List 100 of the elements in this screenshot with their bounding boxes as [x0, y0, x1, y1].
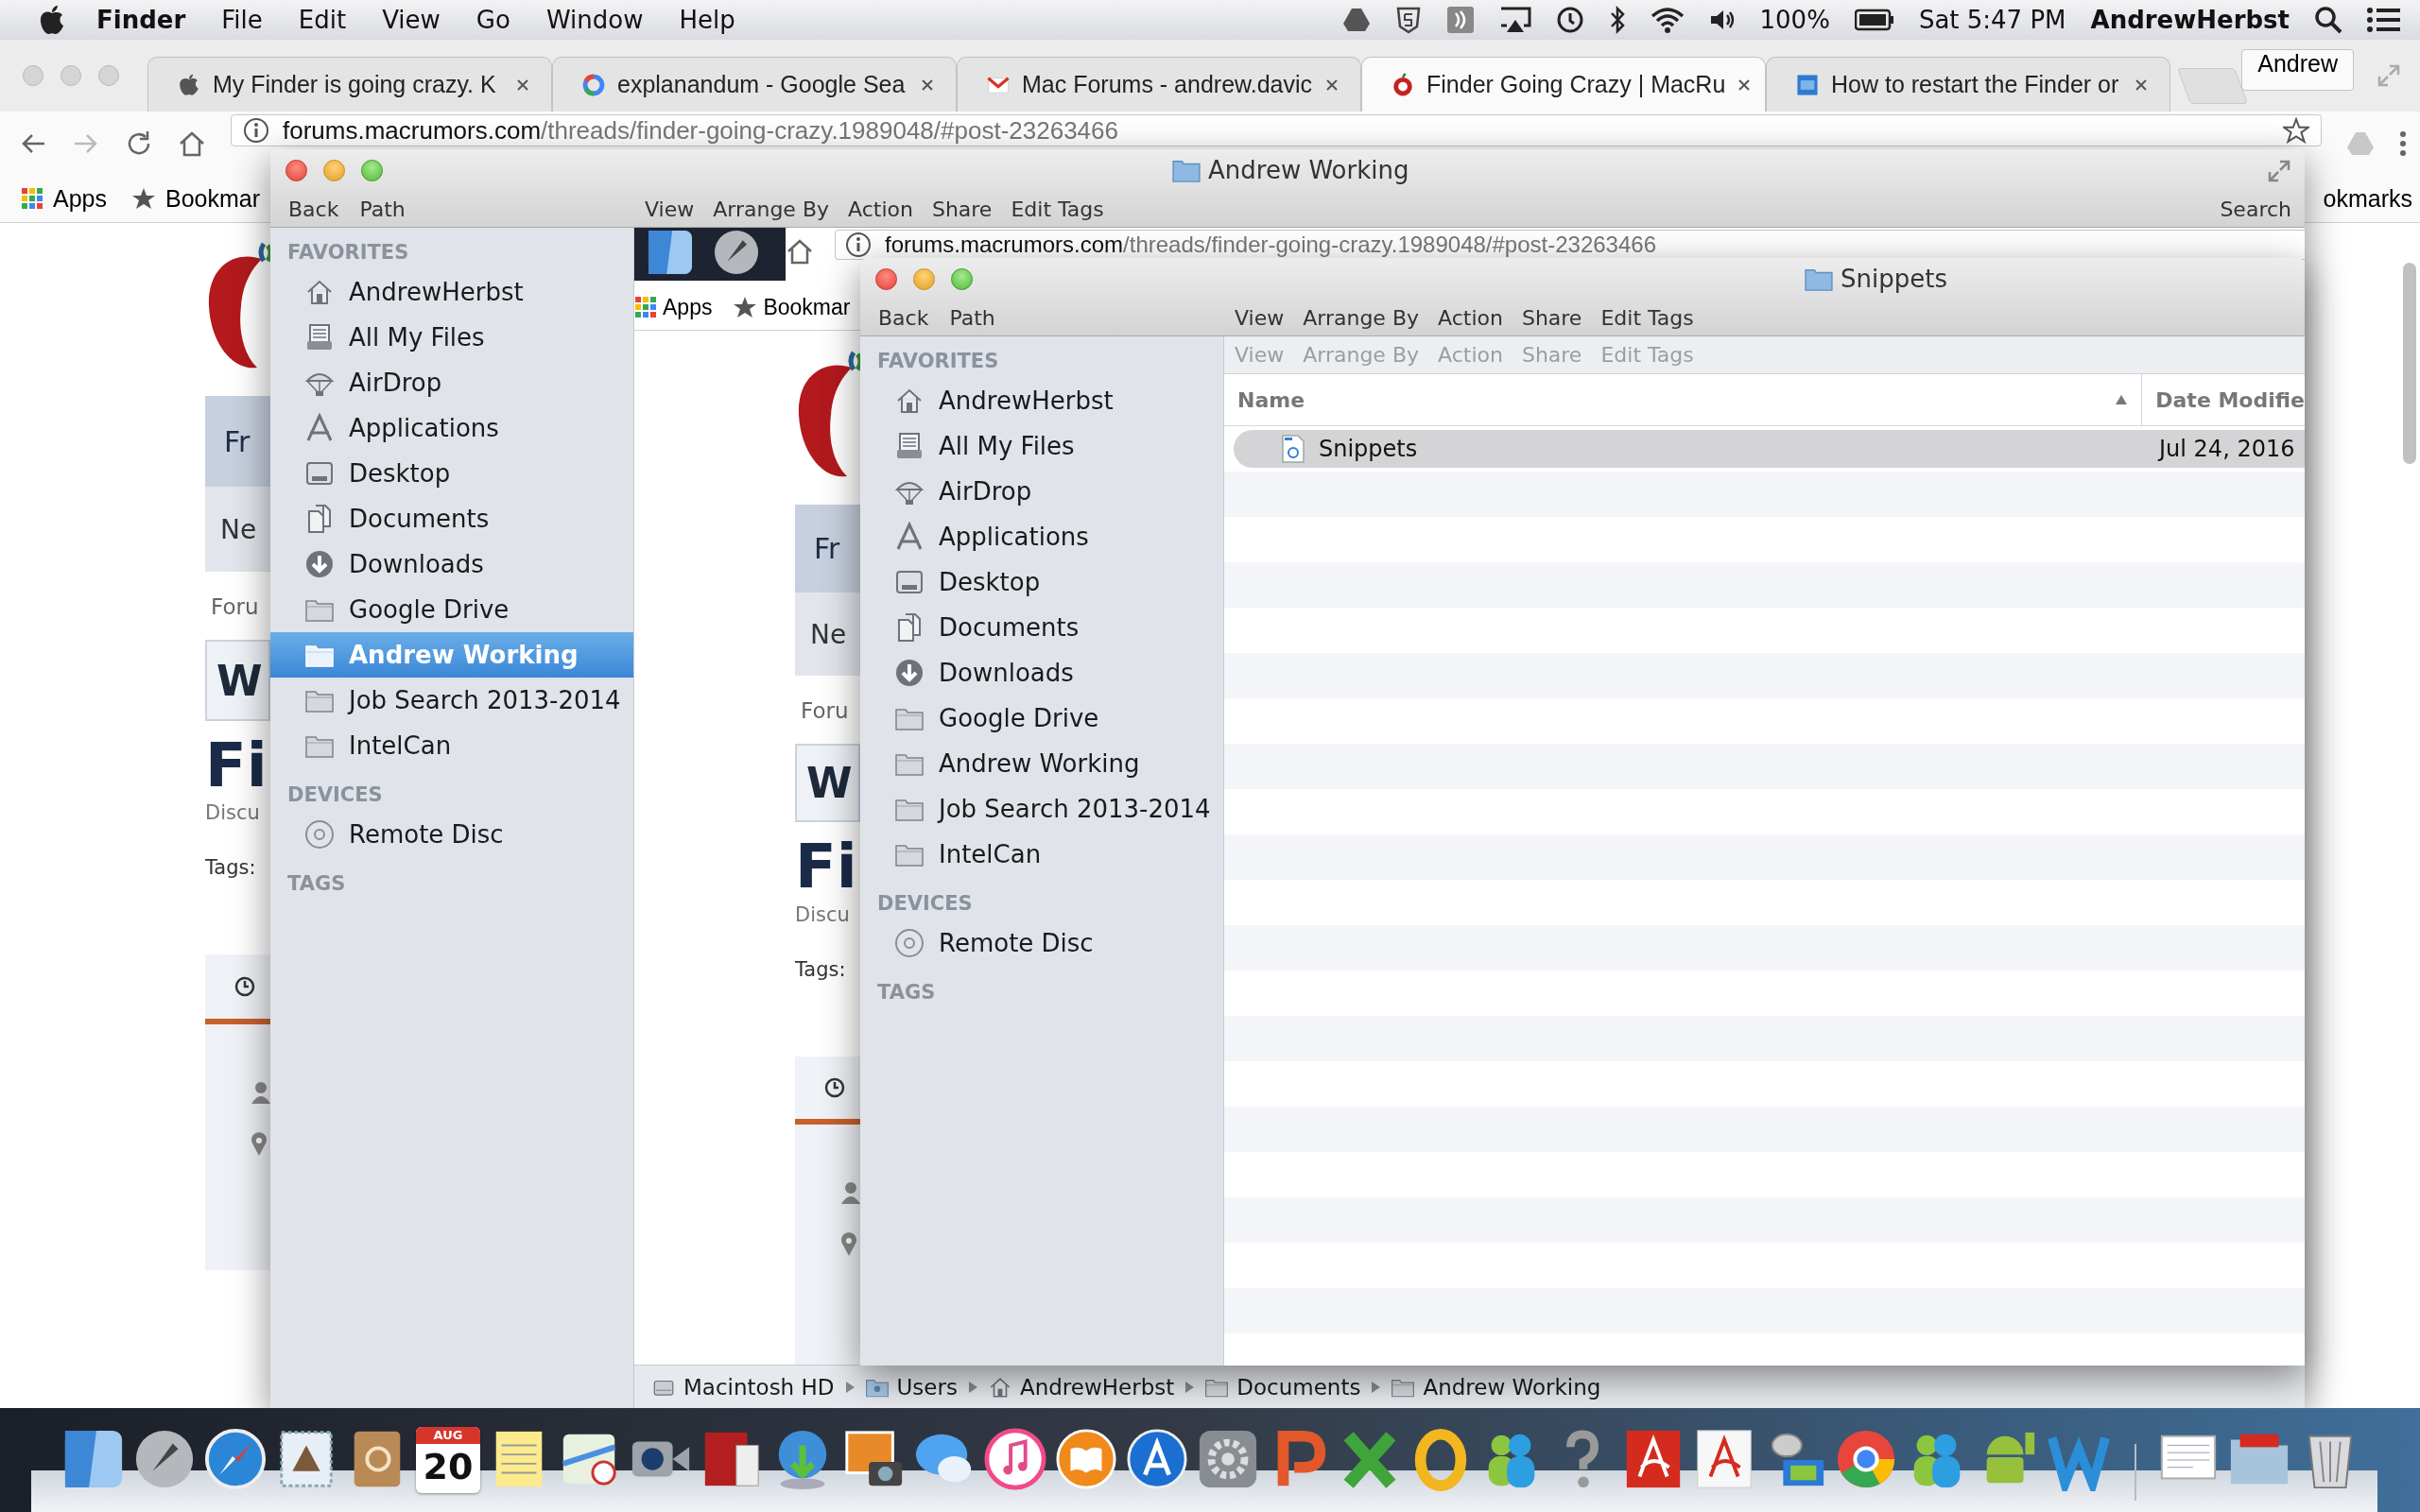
column-header[interactable]: Date Modifie [2142, 387, 2305, 412]
sidebar-item[interactable]: Applications [270, 405, 633, 451]
address-field[interactable]: forums.macrumors.com/threads/finder-going-crazy.1989048/#post-23263466 [231, 114, 2322, 146]
sidebar-item[interactable]: AndrewHerbst [270, 269, 633, 315]
bluetooth-icon[interactable] [1608, 6, 1626, 34]
close-icon[interactable] [920, 77, 935, 93]
page-tab[interactable]: Ne [205, 487, 270, 572]
sidebar-item[interactable]: AirDrop [270, 360, 633, 405]
browser-tab[interactable]: explanandum - Google Sea [552, 57, 957, 112]
wifi-icon[interactable] [1650, 7, 1685, 33]
toolbar-button[interactable]: View [645, 197, 695, 221]
sidebar-item[interactable]: Remote Disc [860, 920, 1223, 966]
profile-button[interactable]: Andrew [2241, 49, 2354, 91]
breadcrumb-link[interactable]: Foru [205, 594, 259, 619]
toolbar-button[interactable]: Edit Tags [1011, 197, 1104, 221]
sidebar-item[interactable]: Downloads [860, 650, 1223, 696]
close-icon[interactable] [1324, 77, 1340, 93]
sidebar-item[interactable]: Desktop [860, 559, 1223, 605]
close-icon[interactable] [2134, 77, 2149, 93]
screen-share-icon[interactable] [1498, 7, 1531, 33]
sidebar-item[interactable]: Applications [860, 514, 1223, 559]
menu-item[interactable]: Help [679, 6, 735, 34]
toolbar-button[interactable]: Action [848, 197, 913, 221]
menu-item[interactable]: Finder [96, 6, 186, 34]
sidebar-item[interactable]: Job Search 2013-2014 [860, 786, 1223, 832]
battery-icon[interactable] [1854, 9, 1894, 31]
toolbar-button[interactable]: Back [288, 197, 339, 221]
music-note-icon[interactable] [983, 1427, 1047, 1491]
page-tab[interactable]: Fr [205, 396, 270, 487]
toolbar-button[interactable]: Action [1438, 305, 1503, 330]
calendar-icon[interactable]: AUG 20 [416, 1427, 480, 1493]
toolbar-button[interactable]: View [1235, 305, 1285, 330]
bookmark-link[interactable]: Apps [53, 184, 107, 213]
sidebar-item[interactable]: Google Drive [270, 587, 633, 632]
sidebar-item[interactable]: Job Search 2013-2014 [270, 678, 633, 723]
bookmark-link[interactable]: okmarks [2323, 184, 2412, 213]
expand-arrows-icon[interactable] [2267, 159, 2291, 183]
zoom-button[interactable] [951, 267, 973, 290]
close-button[interactable] [875, 267, 897, 290]
toolbar-button[interactable]: Arrange By [1303, 305, 1419, 330]
sidebar-item[interactable]: AirDrop [860, 469, 1223, 514]
page-tab[interactable]: Fr [795, 505, 860, 593]
path-item[interactable]: Andrew Working [1391, 1374, 1601, 1400]
browser-tab[interactable]: Finder Going Crazy | MacRu [1361, 57, 1766, 112]
sidebar-item[interactable]: All My Files [860, 423, 1223, 469]
menu-item[interactable]: Edit [298, 6, 347, 34]
menu-item[interactable]: File [221, 6, 263, 34]
breadcrumb-link[interactable]: Foru [795, 697, 849, 723]
menu-item[interactable]: Go [475, 6, 510, 34]
sidebar-item[interactable]: Desktop [270, 451, 633, 496]
toolbar-button[interactable]: Arrange By [713, 197, 829, 221]
menu-item[interactable]: Window [545, 6, 644, 34]
search-icon[interactable] [2314, 6, 2342, 34]
apple-icon[interactable] [38, 4, 66, 36]
page-button[interactable]: W [205, 640, 270, 721]
sidebar-item[interactable]: IntelCan [270, 723, 633, 768]
list-icon[interactable] [2367, 7, 2401, 33]
bookmark-link[interactable]: Apps [663, 294, 713, 320]
close-icon[interactable] [1737, 77, 1753, 93]
menu-clock[interactable]: Sat 5:47 PM [1918, 6, 2066, 34]
browser-tab[interactable]: How to restart the Finder or [1766, 57, 2170, 112]
page-button[interactable]: W [795, 743, 860, 823]
toolbar-button[interactable]: Share [1521, 305, 1582, 330]
sidebar-item[interactable]: Andrew Working [860, 741, 1223, 786]
sidebar-item[interactable]: AndrewHerbst [860, 378, 1223, 423]
path-item[interactable]: Macintosh HD [651, 1374, 835, 1400]
close-icon[interactable] [515, 77, 530, 93]
more-vertical-icon[interactable] [2399, 129, 2407, 157]
toolbar-button[interactable]: Edit Tags [1600, 305, 1694, 330]
toolbar-button[interactable]: Path [949, 305, 995, 330]
star-outline-icon[interactable] [2283, 117, 2309, 144]
signal-waves-icon[interactable] [1445, 6, 1475, 34]
page-tab[interactable]: Ne [795, 593, 860, 676]
book-icon[interactable] [1054, 1427, 1118, 1491]
sidebar-item[interactable]: Documents [270, 496, 633, 541]
zoom-button[interactable] [361, 159, 383, 181]
bookmark-link[interactable]: Bookmar [165, 184, 261, 213]
close-button[interactable] [285, 159, 307, 181]
home-icon[interactable] [786, 237, 814, 266]
scrollbar-thumb[interactable] [2403, 263, 2416, 464]
toolbar-button[interactable]: Path [359, 197, 406, 221]
path-item[interactable]: Users [864, 1374, 958, 1400]
toolbar-button[interactable]: Back [878, 305, 929, 330]
shield-icon[interactable] [1394, 6, 1422, 34]
compass-icon[interactable] [203, 1427, 268, 1491]
sidebar-item[interactable]: Remote Disc [270, 812, 633, 857]
user-name[interactable]: AndrewHerbst [2090, 6, 2290, 34]
bookmark-link[interactable]: Bookmar [763, 294, 851, 320]
path-item[interactable]: AndrewHerbst [987, 1374, 1175, 1400]
path-item[interactable]: Documents [1204, 1374, 1361, 1400]
menu-item[interactable]: View [382, 6, 441, 34]
sidebar-item[interactable]: All My Files [270, 315, 633, 360]
sidebar-item[interactable]: Downloads [270, 541, 633, 587]
file-row[interactable]: Snippets Jul 24, 2016 [1234, 430, 2305, 468]
search-button[interactable]: Search [2220, 197, 2291, 221]
browser-tab[interactable]: Mac Forums - andrew.davic [957, 57, 1361, 112]
sidebar-item[interactable]: IntelCan [860, 832, 1223, 877]
sidebar-item[interactable]: Google Drive [860, 696, 1223, 741]
browser-tab[interactable]: My Finder is going crazy. K [147, 57, 552, 112]
toolbar-button[interactable]: Share [931, 197, 993, 221]
